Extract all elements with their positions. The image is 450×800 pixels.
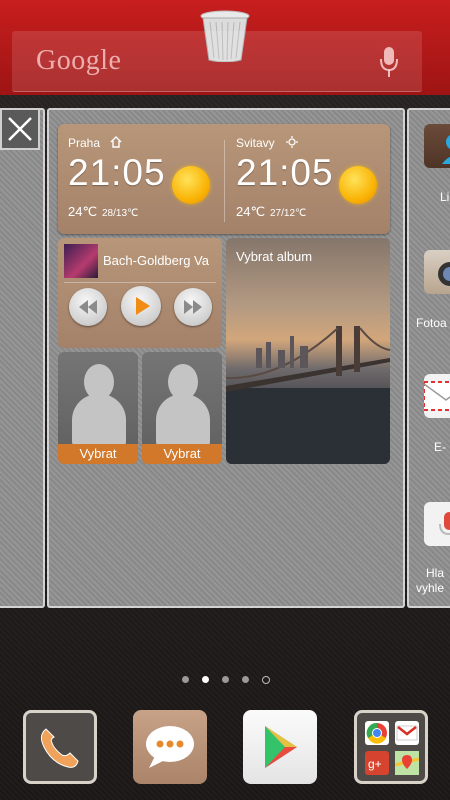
close-icon [8, 117, 32, 141]
weather-city: Praha [68, 136, 101, 150]
play-button[interactable] [121, 286, 161, 326]
bridge-photo [226, 326, 390, 464]
phone-icon [40, 728, 79, 768]
app-label: E- [434, 440, 446, 454]
page-indicator-dot[interactable] [262, 676, 270, 684]
camera-icon [438, 262, 450, 286]
contact-select-label: Vybrat [142, 444, 222, 464]
location-icon [286, 136, 298, 148]
contacts-app[interactable] [424, 124, 450, 168]
album-art-thumbnail[interactable] [64, 244, 98, 278]
clock-time: 21:05 [68, 152, 166, 193]
sunny-weather-icon [339, 166, 377, 204]
google-search-widget[interactable]: Google [12, 31, 422, 92]
person-silhouette-body [72, 394, 126, 446]
person-silhouette-body [156, 394, 210, 446]
contact-shortcut-widget[interactable]: Vybrat [58, 352, 138, 464]
contact-shortcut-widget[interactable]: Vybrat [142, 352, 222, 464]
next-track-button[interactable] [174, 288, 212, 326]
temperature-range: 28/13℃ [102, 208, 139, 219]
photo-album-widget[interactable]: Vybrat album [226, 238, 390, 464]
svg-text:g+: g+ [368, 757, 382, 771]
track-title: Bach-Goldberg Va [103, 253, 209, 268]
sunny-weather-icon [172, 166, 210, 204]
email-icon [423, 381, 450, 411]
fast-forward-icon [184, 300, 202, 314]
play-store-icon [265, 726, 297, 768]
previous-track-button[interactable] [69, 288, 107, 326]
chrome-icon [365, 721, 389, 745]
contact-select-label: Vybrat [58, 444, 138, 464]
current-temperature: 24℃ [236, 204, 266, 219]
page-indicator-dot[interactable] [182, 676, 189, 683]
page-indicator-dot[interactable] [222, 676, 229, 683]
google-plus-icon: g+ [365, 751, 389, 775]
current-temperature: 24℃ [68, 204, 98, 219]
close-panel-button[interactable] [0, 108, 40, 150]
temperature-range: 27/12℃ [270, 208, 307, 219]
app-label: vyhle [416, 581, 445, 595]
voice-search-icon [439, 512, 450, 536]
maps-icon [394, 751, 420, 775]
home-screen-panel-prev[interactable] [0, 108, 45, 608]
message-icon [146, 726, 194, 768]
google-apps-folder[interactable]: g+ [354, 710, 428, 784]
play-icon [136, 297, 150, 315]
microphone-icon[interactable] [378, 45, 400, 79]
music-player-widget[interactable]: Bach-Goldberg Va [58, 238, 222, 348]
voice-search-app[interactable] [424, 502, 450, 546]
album-title: Vybrat album [236, 249, 313, 264]
app-label: Li [440, 190, 450, 204]
google-logo: Google [36, 45, 122, 76]
clock-time: 21:05 [236, 152, 334, 193]
email-app[interactable] [423, 374, 450, 418]
rewind-icon [79, 300, 97, 314]
weather-city: Svitavy [236, 136, 275, 150]
app-label: Hla [426, 566, 445, 580]
phone-app[interactable] [23, 710, 97, 784]
music-divider [64, 282, 216, 283]
page-indicator-dot-active[interactable] [202, 676, 209, 683]
app-label: Fotoa [416, 316, 447, 330]
contacts-icon [442, 135, 450, 164]
camera-app[interactable] [424, 250, 450, 294]
weather-clock-widget[interactable]: Praha 21:05 24℃ 28/13℃ Svitavy 21:05 24℃… [58, 124, 390, 234]
gmail-icon [395, 721, 419, 745]
home-icon [110, 136, 122, 148]
play-store-app[interactable] [243, 710, 317, 784]
messaging-app[interactable] [133, 710, 207, 784]
page-indicator-dot[interactable] [242, 676, 249, 683]
weather-divider [224, 140, 225, 222]
